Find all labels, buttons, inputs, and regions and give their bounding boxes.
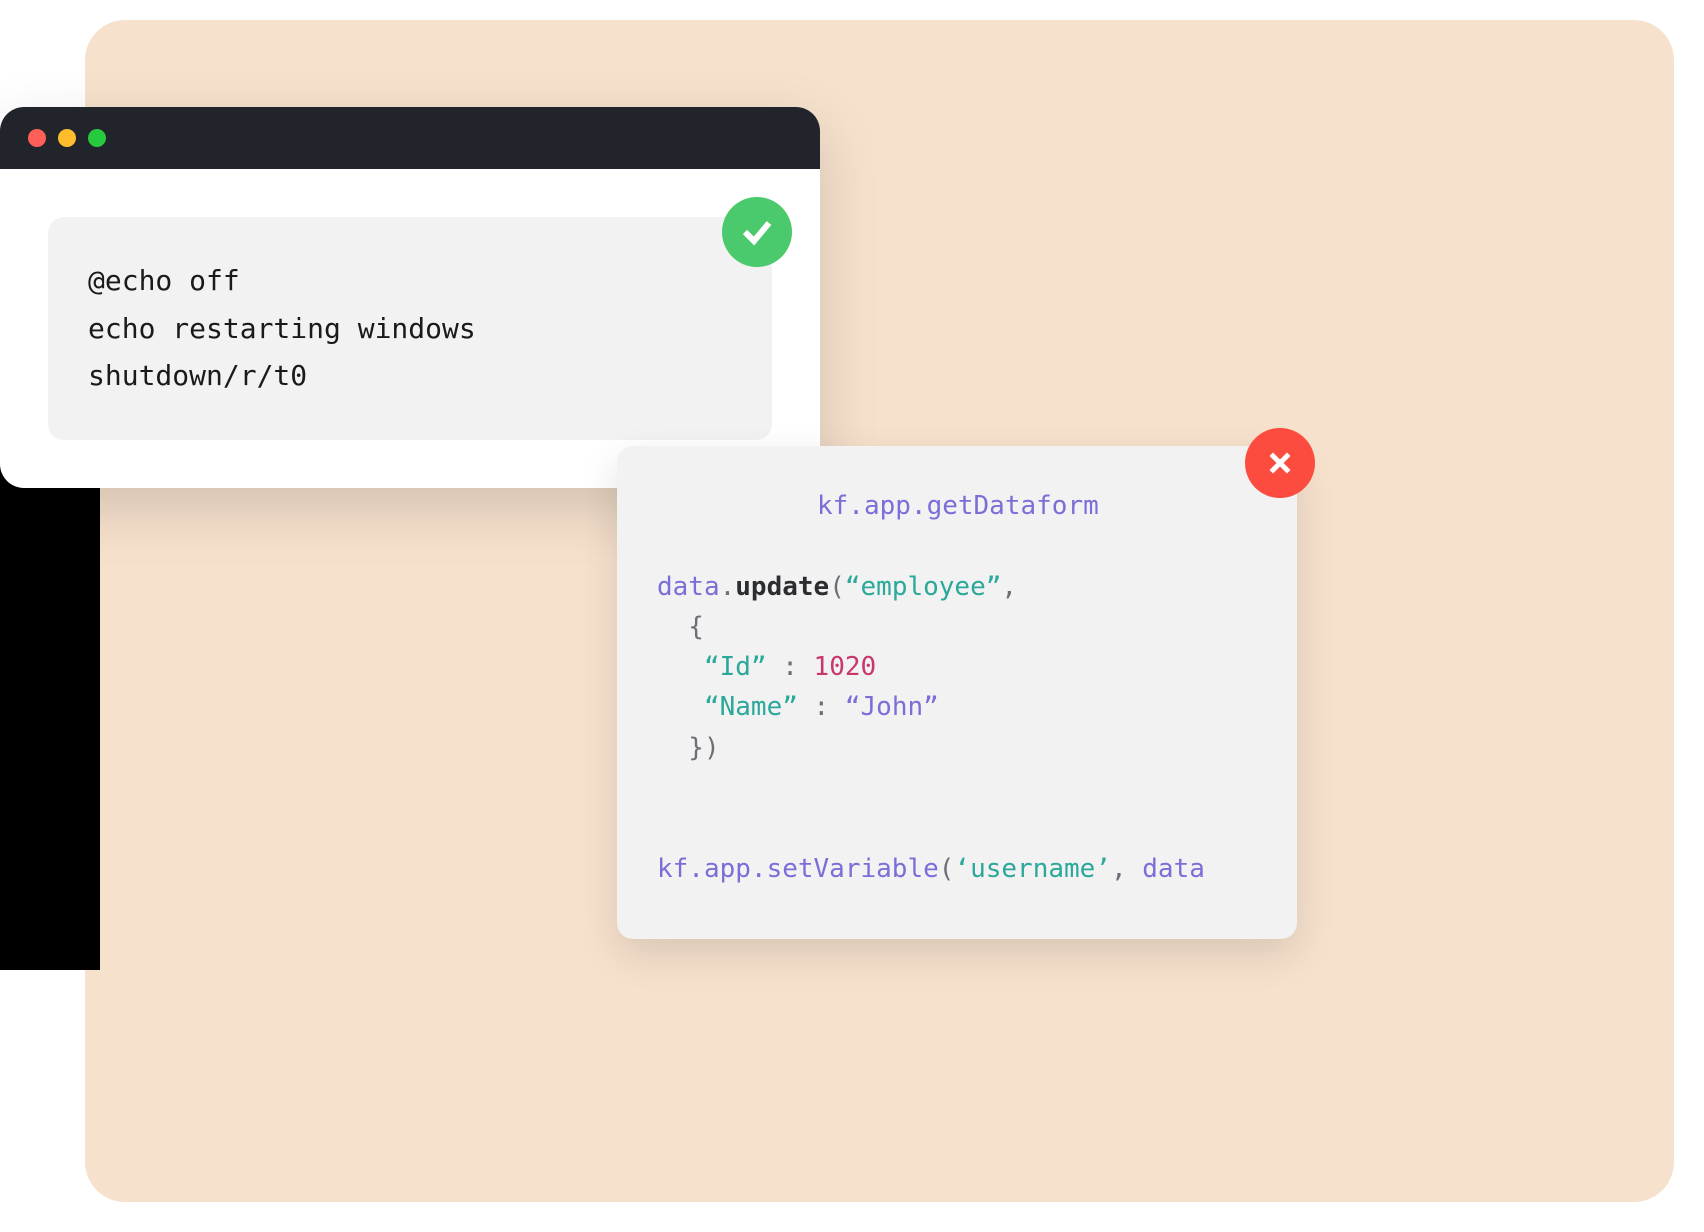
code-token: : (767, 652, 814, 682)
code-token: kf.app.setVariable (657, 854, 939, 884)
code-line: “Id” : 1020 (657, 647, 1257, 687)
code-line: “Name” : “John” (657, 687, 1257, 727)
code-line: }) (657, 728, 1257, 768)
terminal-body: @echo off echo restarting windows shutdo… (0, 169, 820, 488)
code-token: “employee” (845, 572, 1002, 602)
code-token: data (657, 572, 720, 602)
code-line: { (657, 607, 1257, 647)
code-token: . (720, 572, 736, 602)
code-token: “John” (845, 692, 939, 722)
window-maximize-icon[interactable] (88, 129, 106, 147)
code-token: : (798, 692, 845, 722)
close-icon (1265, 448, 1295, 478)
code-line: shutdown/r/t0 (88, 352, 732, 400)
code-line: kf.app.setVariable(‘username’, data (657, 849, 1257, 889)
code-line: @echo off (88, 257, 732, 305)
code-block-batch: @echo off echo restarting windows shutdo… (48, 217, 772, 440)
code-line (657, 768, 1257, 808)
window-minimize-icon[interactable] (58, 129, 76, 147)
code-line (657, 526, 1257, 566)
code-token: “Id” (657, 652, 767, 682)
code-token: { (657, 612, 704, 642)
code-token: ‘username’ (954, 854, 1111, 884)
code-line: echo restarting windows (88, 305, 732, 353)
code-token: }) (657, 733, 720, 763)
terminal-window: @echo off echo restarting windows shutdo… (0, 107, 820, 488)
check-icon (739, 214, 775, 250)
code-block-script: kf.app.getDataform data.update(“employee… (617, 446, 1297, 939)
code-line: data.update(“employee”, (657, 567, 1257, 607)
code-token: 1020 (814, 652, 877, 682)
code-token: “Name” (657, 692, 798, 722)
code-line: kf.app.getDataform (657, 486, 1257, 526)
code-token: update (735, 572, 829, 602)
code-token: ( (939, 854, 955, 884)
terminal-titlebar (0, 107, 820, 169)
code-token: kf.app.getDataform (817, 491, 1099, 521)
check-badge (722, 197, 792, 267)
code-line (657, 808, 1257, 848)
window-close-icon[interactable] (28, 129, 46, 147)
code-token: , (1001, 572, 1017, 602)
code-token: data (1142, 854, 1205, 884)
code-token: , (1111, 854, 1142, 884)
close-badge (1245, 428, 1315, 498)
code-token: ( (829, 572, 845, 602)
